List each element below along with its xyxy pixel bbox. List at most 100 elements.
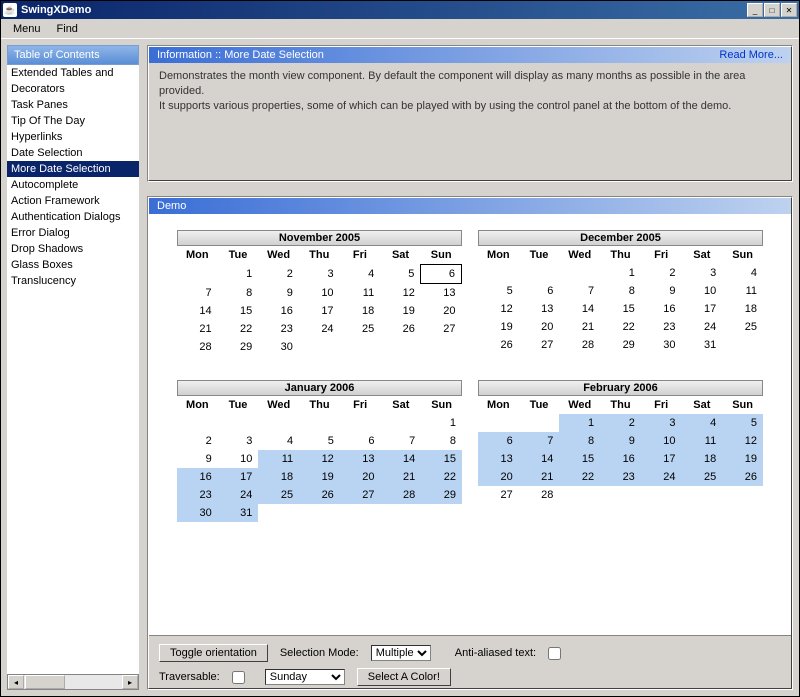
calendar-table[interactable]: MonTueWedThuFriSatSun1234567891011121314… (478, 246, 763, 354)
calendar-day[interactable]: 12 (299, 450, 340, 468)
calendar-day[interactable]: 27 (421, 320, 462, 338)
calendar-day[interactable]: 3 (682, 264, 723, 282)
calendar-day[interactable]: 17 (641, 450, 682, 468)
calendar-day[interactable]: 22 (218, 320, 259, 338)
toc-item[interactable]: More Date Selection (7, 161, 139, 177)
calendar-day[interactable]: 5 (722, 414, 763, 432)
calendar-day[interactable]: 27 (478, 486, 519, 504)
calendar-day[interactable]: 14 (381, 450, 422, 468)
toc-item[interactable]: Date Selection (7, 145, 139, 161)
calendar-day[interactable]: 12 (380, 284, 421, 303)
calendar-table[interactable]: MonTueWedThuFriSatSun1234567891011121314… (478, 396, 763, 504)
calendar-day[interactable]: 2 (600, 414, 641, 432)
calendar-day[interactable]: 7 (177, 284, 218, 303)
calendar-day[interactable]: 30 (258, 338, 299, 356)
calendar-day[interactable]: 8 (559, 432, 600, 450)
calendar-day[interactable]: 1 (559, 414, 600, 432)
sidebar-scrollbar[interactable]: ◂ ▸ (7, 674, 139, 690)
maximize-button[interactable]: □ (764, 3, 780, 17)
calendar-day[interactable]: 2 (258, 265, 299, 284)
calendar-day[interactable]: 9 (641, 282, 682, 300)
calendar-day[interactable]: 30 (641, 336, 682, 354)
calendar-day[interactable]: 23 (600, 468, 641, 486)
calendar-day[interactable]: 17 (682, 300, 723, 318)
calendar-day[interactable]: 15 (600, 300, 641, 318)
calendar-day[interactable]: 2 (177, 432, 218, 450)
calendar-day[interactable]: 24 (218, 486, 259, 504)
toc-item[interactable]: Hyperlinks (7, 129, 139, 145)
calendar-day[interactable]: 16 (600, 450, 641, 468)
calendar-day[interactable]: 7 (559, 282, 600, 300)
calendar-day[interactable]: 13 (478, 450, 519, 468)
scroll-track[interactable] (66, 675, 122, 689)
calendar-day[interactable]: 24 (641, 468, 682, 486)
calendar-day[interactable]: 29 (218, 338, 259, 356)
select-color-button[interactable]: Select A Color! (357, 668, 451, 686)
calendar-day[interactable]: 10 (218, 450, 259, 468)
calendar-day[interactable]: 27 (519, 336, 560, 354)
calendar-day[interactable]: 1 (218, 265, 259, 284)
calendar-day[interactable]: 2 (641, 264, 682, 282)
antialias-checkbox[interactable] (548, 647, 561, 660)
calendar-day[interactable]: 4 (682, 414, 723, 432)
calendar-day[interactable]: 5 (478, 282, 519, 300)
calendar-day[interactable]: 6 (340, 432, 381, 450)
scroll-left-button[interactable]: ◂ (8, 675, 24, 689)
toc-item[interactable]: Error Dialog (7, 225, 139, 241)
toc-item[interactable]: Autocomplete (7, 177, 139, 193)
calendar-day[interactable]: 10 (641, 432, 682, 450)
calendar-day[interactable]: 22 (421, 468, 462, 486)
minimize-button[interactable]: _ (747, 3, 763, 17)
calendar-day[interactable]: 19 (478, 318, 519, 336)
toc-item[interactable]: Action Framework (7, 193, 139, 209)
calendar-day[interactable]: 8 (600, 282, 641, 300)
calendar-day[interactable]: 21 (519, 468, 560, 486)
traversable-checkbox[interactable] (232, 671, 245, 684)
calendar-day[interactable]: 8 (218, 284, 259, 303)
calendar-day[interactable]: 17 (218, 468, 259, 486)
calendar-day[interactable]: 15 (421, 450, 462, 468)
calendar-day[interactable]: 19 (299, 468, 340, 486)
calendar-day[interactable]: 20 (519, 318, 560, 336)
calendar-day[interactable]: 25 (258, 486, 299, 504)
menu-find[interactable]: Find (49, 21, 86, 37)
calendar-day[interactable]: 4 (258, 432, 299, 450)
calendar-day[interactable]: 16 (641, 300, 682, 318)
calendar-day[interactable]: 16 (177, 468, 218, 486)
scroll-thumb[interactable] (25, 675, 65, 689)
toc-item[interactable]: Decorators (7, 81, 139, 97)
close-button[interactable]: ✕ (781, 3, 797, 17)
calendar-day[interactable]: 1 (600, 264, 641, 282)
calendar-day[interactable]: 22 (559, 468, 600, 486)
calendar-day[interactable]: 20 (478, 468, 519, 486)
calendar-day[interactable]: 9 (258, 284, 299, 303)
toc-item[interactable]: Glass Boxes (7, 257, 139, 273)
toc-item[interactable]: Extended Tables and (7, 65, 139, 81)
calendar-day[interactable]: 25 (722, 318, 763, 336)
calendar-day[interactable]: 11 (340, 284, 381, 303)
calendar-day[interactable]: 29 (421, 486, 462, 504)
calendar-day[interactable]: 19 (722, 450, 763, 468)
month-grid[interactable]: November 2005MonTueWedThuFriSatSun123456… (177, 230, 763, 522)
calendar-day[interactable]: 7 (381, 432, 422, 450)
calendar-day[interactable]: 25 (340, 320, 381, 338)
calendar-day[interactable]: 12 (478, 300, 519, 318)
calendar-day[interactable]: 19 (380, 302, 421, 320)
calendar-day[interactable]: 13 (340, 450, 381, 468)
calendar-day[interactable]: 3 (218, 432, 259, 450)
calendar-day[interactable]: 24 (299, 320, 340, 338)
day-select[interactable]: Sunday (265, 669, 345, 685)
calendar-day[interactable]: 5 (299, 432, 340, 450)
calendar-day[interactable]: 21 (177, 320, 218, 338)
toc-item[interactable]: Translucency (7, 273, 139, 289)
calendar-day[interactable]: 31 (682, 336, 723, 354)
calendar-day[interactable]: 10 (299, 284, 340, 303)
menu-menu[interactable]: Menu (5, 21, 49, 37)
calendar-day[interactable]: 26 (380, 320, 421, 338)
selection-mode-select[interactable]: Multiple (371, 645, 431, 661)
toc-item[interactable]: Task Panes (7, 97, 139, 113)
calendar-day[interactable]: 27 (340, 486, 381, 504)
calendar-day[interactable]: 5 (380, 265, 421, 284)
toc-item[interactable]: Authentication Dialogs (7, 209, 139, 225)
calendar-day[interactable]: 14 (519, 450, 560, 468)
